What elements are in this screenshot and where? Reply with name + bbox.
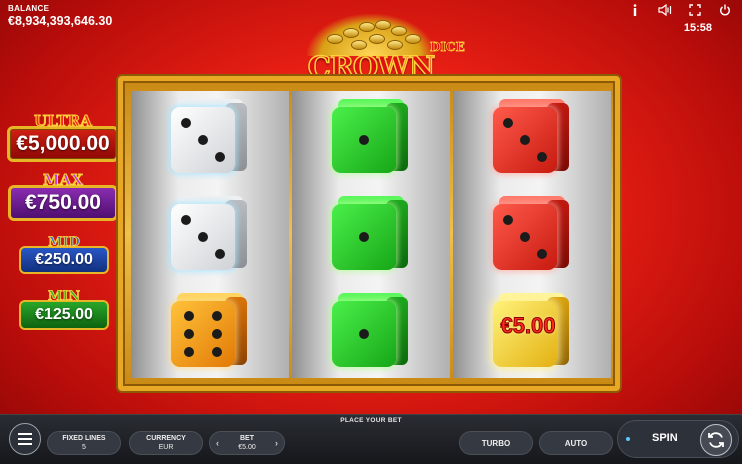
die-pip	[214, 152, 225, 163]
bet-decrease-icon[interactable]: ‹	[216, 438, 219, 448]
reel-1-die-2	[171, 196, 249, 274]
jackpot-ultra-value: €5,000.00	[7, 126, 119, 162]
jackpot-ultra-name: ULTRA	[34, 112, 93, 130]
bet-label: BET	[240, 435, 254, 442]
fullscreen-icon[interactable]	[688, 3, 702, 17]
die-pip	[536, 152, 547, 163]
jackpot-mid: MID €250.00	[19, 236, 109, 274]
die-pip	[536, 249, 547, 260]
die-pip	[359, 329, 369, 339]
jackpot-mid-name: MID	[48, 235, 81, 250]
spin-button[interactable]	[700, 424, 732, 456]
reel-2	[292, 91, 450, 378]
jackpot-mid-value: €250.00	[19, 246, 109, 274]
currency-value: EUR	[158, 444, 174, 451]
reel-2-die-1	[332, 99, 410, 177]
die-pip	[198, 135, 208, 145]
reel-3-die-1	[493, 99, 571, 177]
jackpot-max-name: MAX	[43, 171, 84, 189]
jackpot-max: MAX €750.00	[8, 171, 118, 221]
balance-value: €8,934,393,646.30	[8, 14, 113, 28]
fixed-lines-display: FIXED LINES 5	[47, 431, 121, 455]
reel-2-die-3	[332, 293, 410, 371]
reel-frame: €5.00	[118, 76, 620, 391]
jackpot-ultra: ULTRA €5,000.00	[7, 112, 119, 162]
reel-1-die-1	[171, 99, 249, 177]
bet-increase-icon[interactable]: ›	[275, 438, 278, 448]
info-icon[interactable]	[628, 3, 642, 17]
auto-button[interactable]: AUTO	[539, 431, 613, 455]
die-pip	[181, 117, 192, 128]
reel-3-die-3: €5.00	[493, 293, 571, 371]
currency-display: CURRENCY EUR	[129, 431, 203, 455]
game-logo: DICE CROWN COINS	[262, 14, 480, 119]
reel-3-die-2	[493, 196, 571, 274]
bet-selector[interactable]: ‹ BET €5.00 ›	[209, 431, 285, 455]
spin-indicator-icon	[626, 437, 630, 441]
die-pip	[359, 232, 369, 242]
die-pip	[183, 329, 194, 339]
die-pip	[181, 214, 192, 225]
die-pip	[503, 117, 514, 128]
reel-3: €5.00	[453, 91, 611, 378]
die-pip	[212, 347, 223, 358]
jackpot-min: MIN €125.00	[19, 290, 109, 330]
refresh-icon	[708, 432, 724, 448]
die-pip	[212, 310, 223, 321]
hamburger-icon	[18, 433, 32, 435]
balance-label: BALANCE	[8, 4, 50, 13]
spin-label: SPIN	[652, 432, 678, 444]
die-pip	[198, 232, 208, 242]
clock: 15:58	[683, 22, 712, 34]
reel-1	[131, 91, 289, 378]
currency-label: CURRENCY	[146, 435, 186, 442]
die-pip	[183, 347, 194, 358]
power-icon[interactable]	[718, 3, 732, 17]
jackpot-min-name: MIN	[47, 289, 81, 304]
die-pip	[520, 135, 530, 145]
menu-button[interactable]	[9, 423, 41, 455]
die-pip	[183, 310, 194, 321]
die-pip	[503, 214, 514, 225]
die-pip	[520, 232, 530, 242]
die-pip	[359, 135, 369, 145]
turbo-button[interactable]: TURBO	[459, 431, 533, 455]
die-prize-value: €5.00	[500, 313, 556, 339]
die-pip	[214, 249, 225, 260]
top-icons	[628, 3, 732, 17]
jackpot-max-value: €750.00	[8, 185, 118, 221]
fixed-lines-value: 5	[82, 444, 86, 451]
jackpot-min-value: €125.00	[19, 300, 109, 330]
sound-icon[interactable]	[658, 3, 672, 17]
reel-2-die-2	[332, 196, 410, 274]
bet-value: €5.00	[238, 444, 256, 451]
spin-control[interactable]: SPIN	[617, 420, 739, 458]
die-pip	[212, 329, 223, 339]
reel-1-die-3	[171, 293, 249, 371]
fixed-lines-label: FIXED LINES	[62, 435, 106, 442]
